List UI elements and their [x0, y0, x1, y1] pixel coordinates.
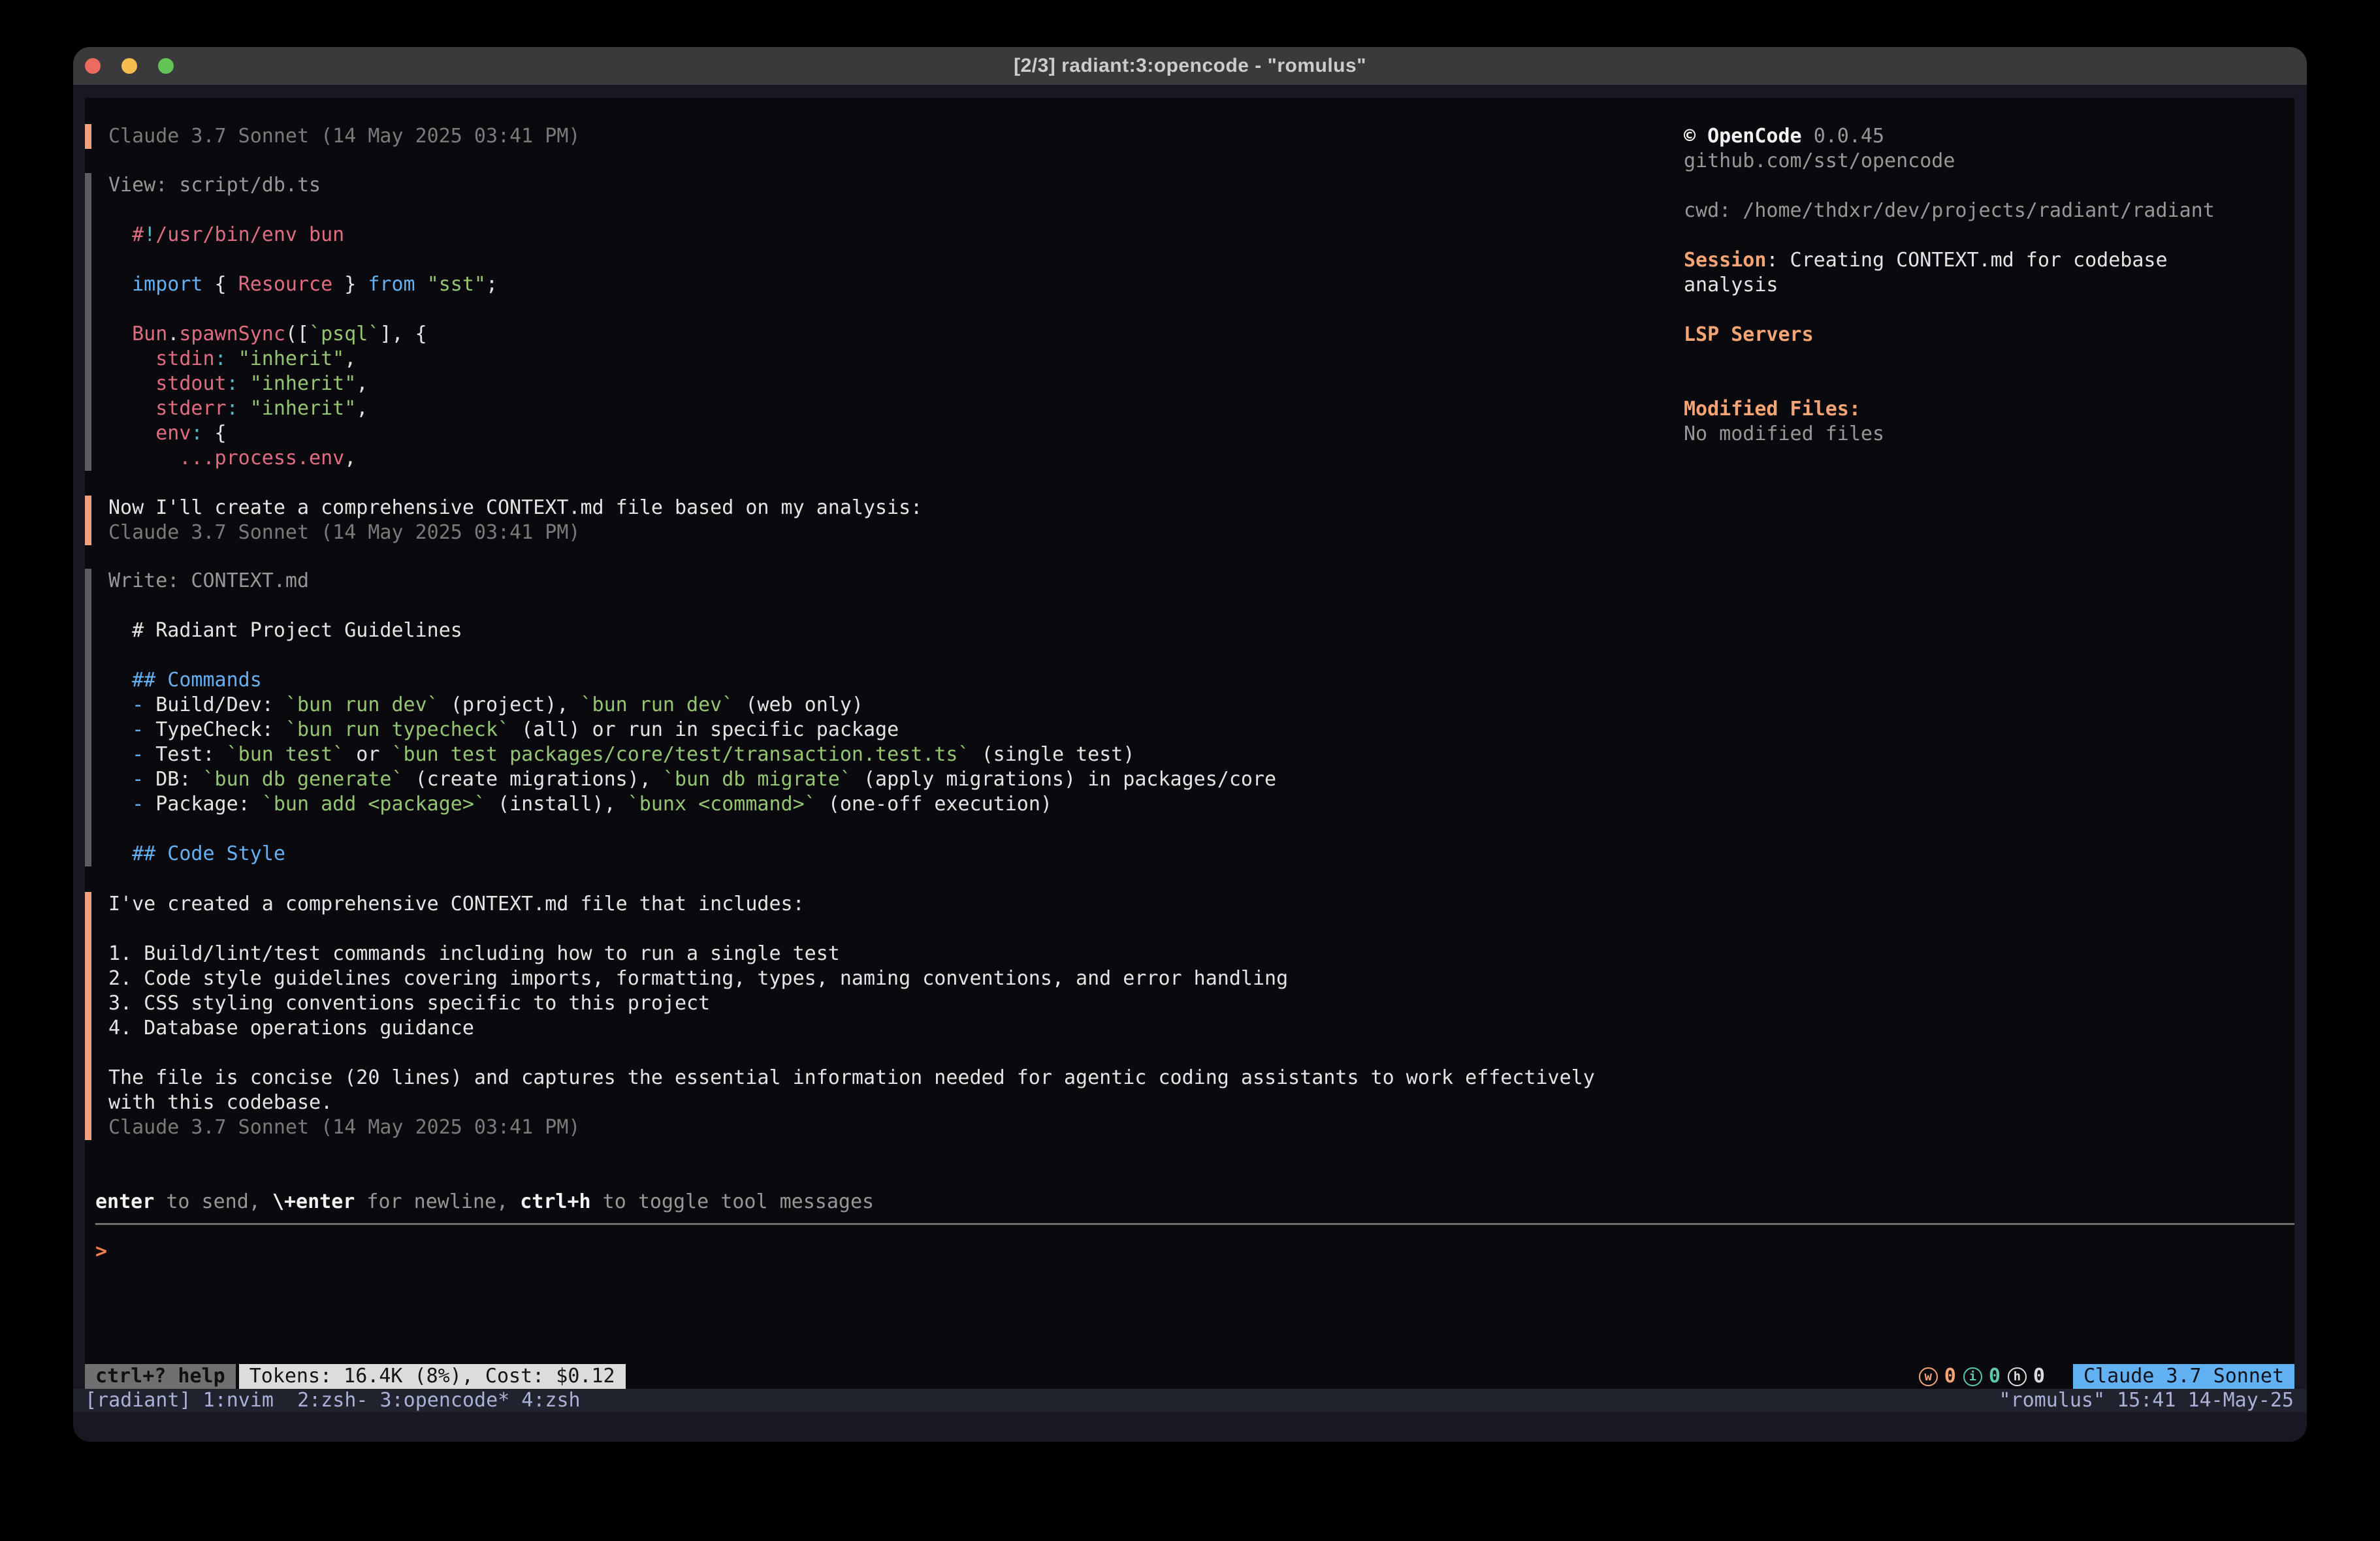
status-right: w 0 i 0 h 0 Claude 3.7 Sonnet: [1919, 1364, 2294, 1389]
text-line: github.com/sst/opencode: [1684, 149, 2294, 174]
diagnostic-info: i 0: [1963, 1364, 2001, 1389]
text-line: I've created a comprehensive CONTEXT.md …: [108, 892, 1595, 917]
tokens-cost-badge: Tokens: 16.4K (8%), Cost: $0.12: [239, 1364, 626, 1389]
message-content: Claude 3.7 Sonnet (14 May 2025 03:41 PM): [108, 124, 580, 149]
text-line: © OpenCode 0.0.45: [1684, 124, 2294, 149]
text-line: View: script/db.ts: [108, 173, 498, 198]
text-line: [108, 594, 1276, 618]
text-line: Claude 3.7 Sonnet (14 May 2025 03:41 PM): [108, 1115, 1595, 1140]
text-line: 3. CSS styling conventions specific to t…: [108, 991, 1595, 1016]
traffic-lights: [85, 58, 174, 74]
text-line: with this codebase.: [108, 1090, 1595, 1115]
text-line: [108, 817, 1276, 842]
tool-accent-bar: [85, 173, 91, 471]
text-line: Write: CONTEXT.md: [108, 569, 1276, 594]
text-line: enter to send, \+enter for newline, ctrl…: [95, 1190, 874, 1215]
text-line: stderr: "inherit",: [108, 396, 498, 421]
text-line: ## Code Style: [108, 842, 1276, 866]
text-line: 2. Code style guidelines covering import…: [108, 966, 1595, 991]
assistant-message: Now I'll create a comprehensive CONTEXT.…: [85, 496, 922, 545]
close-button[interactable]: [85, 58, 101, 74]
text-line: Modified Files:: [1684, 397, 2294, 422]
text-line: ## Commands: [108, 668, 1276, 693]
tool-accent-bar: [85, 569, 91, 866]
keybinding-hints: enter to send, \+enter for newline, ctrl…: [95, 1190, 874, 1215]
tmux-window-list[interactable]: [radiant] 1:nvim 2:zsh- 3:opencode* 4:zs…: [85, 1389, 581, 1412]
text-line: - Test: `bun test` or `bun test packages…: [108, 742, 1276, 767]
tmux-statusbar: [radiant] 1:nvim 2:zsh- 3:opencode* 4:zs…: [73, 1389, 2307, 1412]
text-line: import { Resource } from "sst";: [108, 272, 498, 297]
hint-count: 0: [2033, 1364, 2045, 1389]
text-line: No modified files: [1684, 422, 2294, 447]
warning-count: 0: [1944, 1364, 1956, 1389]
minimize-button[interactable]: [121, 58, 137, 74]
maximize-button[interactable]: [158, 58, 174, 74]
text-line: [1684, 372, 2294, 397]
message-content: Now I'll create a comprehensive CONTEXT.…: [108, 496, 922, 545]
text-line: 1. Build/lint/test commands including ho…: [108, 942, 1595, 966]
text-line: stdin: "inherit",: [108, 347, 498, 372]
text-line: [108, 1041, 1595, 1066]
hint-icon: h: [2008, 1367, 2027, 1386]
text-line: analysis: [1684, 273, 2294, 298]
tool-output-view-db-ts: View: script/db.ts #!/usr/bin/env bun im…: [85, 173, 498, 471]
text-line: - TypeCheck: `bun run typecheck` (all) o…: [108, 718, 1276, 742]
prompt-marker: >: [95, 1239, 107, 1264]
model-badge[interactable]: Claude 3.7 Sonnet: [2073, 1364, 2294, 1389]
text-line: [1684, 174, 2294, 199]
text-line: env: {: [108, 421, 498, 446]
text-line: 4. Database operations guidance: [108, 1016, 1595, 1041]
text-line: cwd: /home/thdxr/dev/projects/radiant/ra…: [1684, 199, 2294, 223]
text-line: ...process.env,: [108, 446, 498, 471]
text-line: [1684, 298, 2294, 323]
tool-content: Write: CONTEXT.md # Radiant Project Guid…: [108, 569, 1276, 866]
warning-icon: w: [1919, 1367, 1938, 1386]
text-line: Session: Creating CONTEXT.md for codebas…: [1684, 248, 2294, 273]
text-line: [108, 917, 1595, 942]
status-bar: ctrl+? help Tokens: 16.4K (8%), Cost: $0…: [85, 1364, 2294, 1389]
desktop: [2/3] radiant:3:opencode - "romulus" Cla…: [0, 0, 2380, 1541]
text-line: Bun.spawnSync([`psql`], {: [108, 322, 498, 347]
text-line: #!/usr/bin/env bun: [108, 223, 498, 247]
session-sidebar: © OpenCode 0.0.45github.com/sst/opencode…: [1684, 124, 2294, 447]
window-title: [2/3] radiant:3:opencode - "romulus": [1014, 55, 1366, 77]
text-line: The file is concise (20 lines) and captu…: [108, 1066, 1595, 1090]
text-line: # Radiant Project Guidelines: [108, 618, 1276, 643]
tool-content: View: script/db.ts #!/usr/bin/env bun im…: [108, 173, 498, 471]
message-accent-bar: [85, 496, 91, 545]
text-line: LSP Servers: [1684, 323, 2294, 347]
text-line: [108, 247, 498, 272]
tmux-host-clock: "romulus" 15:41 14-May-25: [1999, 1389, 2294, 1412]
terminal-window: [2/3] radiant:3:opencode - "romulus" Cla…: [73, 47, 2307, 1442]
assistant-message-summary: I've created a comprehensive CONTEXT.md …: [85, 892, 1595, 1140]
assistant-message-header: Claude 3.7 Sonnet (14 May 2025 03:41 PM): [85, 124, 580, 149]
text-line: Now I'll create a comprehensive CONTEXT.…: [108, 496, 922, 520]
text-line: [1684, 223, 2294, 248]
message-accent-bar: [85, 124, 91, 149]
info-icon: i: [1963, 1367, 1982, 1386]
text-line: Claude 3.7 Sonnet (14 May 2025 03:41 PM): [108, 520, 922, 545]
diagnostic-hints: h 0: [2008, 1364, 2045, 1389]
text-line: - Package: `bun add <package>` (install)…: [108, 792, 1276, 817]
text-line: [108, 643, 1276, 668]
text-line: [108, 297, 498, 322]
text-line: - Build/Dev: `bun run dev` (project), `b…: [108, 693, 1276, 718]
message-content: I've created a comprehensive CONTEXT.md …: [108, 892, 1595, 1140]
text-line: Claude 3.7 Sonnet (14 May 2025 03:41 PM): [108, 124, 580, 149]
opencode-tui: Claude 3.7 Sonnet (14 May 2025 03:41 PM)…: [85, 98, 2294, 1389]
text-line: [108, 198, 498, 223]
window-titlebar[interactable]: [2/3] radiant:3:opencode - "romulus": [73, 47, 2307, 85]
diagnostic-warnings: w 0: [1919, 1364, 1956, 1389]
info-count: 0: [1989, 1364, 2001, 1389]
text-line: stdout: "inherit",: [108, 372, 498, 396]
message-accent-bar: [85, 892, 91, 1140]
help-badge[interactable]: ctrl+? help: [85, 1364, 236, 1389]
message-input[interactable]: >: [85, 1225, 2294, 1364]
tool-output-write-context-md: Write: CONTEXT.md # Radiant Project Guid…: [85, 569, 1276, 866]
text-line: [1684, 347, 2294, 372]
text-line: - DB: `bun db generate` (create migratio…: [108, 767, 1276, 792]
